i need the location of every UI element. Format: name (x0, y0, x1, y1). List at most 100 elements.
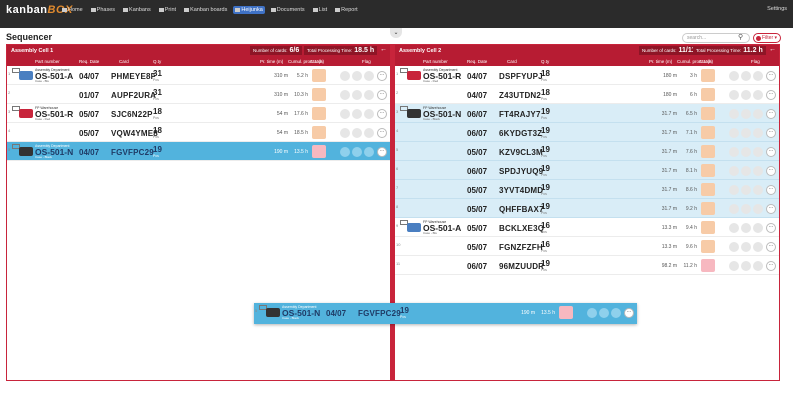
flag-toggle-2[interactable] (741, 71, 751, 81)
more-options-button[interactable]: ··· (766, 223, 776, 233)
arrow-left-icon[interactable]: ← (380, 46, 387, 53)
table-row[interactable]: 7 05/07 3YVT4DMD 19 Pcs 31.7 m 8.6 h ··· (395, 180, 779, 199)
flag-toggle-2[interactable] (352, 90, 362, 100)
flag-toggle-1[interactable] (729, 223, 739, 233)
status-indicator[interactable] (701, 164, 715, 177)
flag-toggle-2[interactable] (741, 90, 751, 100)
status-indicator[interactable] (701, 107, 715, 120)
flag-toggle-1[interactable] (729, 128, 739, 138)
status-indicator[interactable] (701, 88, 715, 101)
table-row[interactable]: 2 04/07 Z43UTDN2 18 Pcs 180 m 6 h ··· (395, 85, 779, 104)
nav-item-home[interactable]: Home (60, 6, 85, 14)
flag-toggle-2[interactable] (741, 242, 751, 252)
flag-toggle-2[interactable] (741, 204, 751, 214)
flag-toggle-3[interactable] (753, 90, 763, 100)
flag-toggle-2[interactable] (599, 308, 609, 318)
flag-toggle-3[interactable] (753, 185, 763, 195)
flag-toggle-3[interactable] (364, 147, 374, 157)
nav-item-documents[interactable]: Documents (269, 6, 307, 14)
table-row[interactable]: 6 06/07 SPDJYUQ9 19 Pcs 31.7 m 8.1 h ··· (395, 161, 779, 180)
drag-preview-card[interactable]: 5 Assembly Department OS-501-N Case - Black… (254, 303, 637, 324)
flag-toggle-1[interactable] (340, 90, 350, 100)
flag-toggle-2[interactable] (741, 261, 751, 271)
flag-toggle-2[interactable] (352, 147, 362, 157)
flag-toggle-3[interactable] (753, 223, 763, 233)
flag-toggle-3[interactable] (753, 261, 763, 271)
flag-toggle-2[interactable] (741, 223, 751, 233)
flag-toggle-1[interactable] (340, 109, 350, 119)
nav-item-print[interactable]: Print (157, 6, 178, 14)
flag-toggle-2[interactable] (741, 147, 751, 157)
nav-item-kanbans[interactable]: Kanbans (121, 6, 153, 14)
nav-item-report[interactable]: Report (333, 6, 360, 14)
more-options-button[interactable]: ··· (377, 109, 387, 119)
more-options-button[interactable]: ··· (377, 71, 387, 81)
status-indicator[interactable] (701, 221, 715, 234)
status-indicator[interactable] (312, 69, 326, 82)
flag-toggle-3[interactable] (753, 109, 763, 119)
flag-toggle-1[interactable] (587, 308, 597, 318)
flag-toggle-2[interactable] (741, 166, 751, 176)
table-row[interactable]: 3 FP Warehouse OS-501-R Case - Red 05/07 SJC6… (7, 104, 390, 123)
status-indicator[interactable] (701, 240, 715, 253)
flag-toggle-3[interactable] (753, 204, 763, 214)
flag-toggle-3[interactable] (611, 308, 621, 318)
nav-item-list[interactable]: List (311, 6, 330, 14)
more-options-button[interactable]: ··· (766, 128, 776, 138)
status-indicator[interactable] (701, 259, 715, 272)
status-indicator[interactable] (312, 107, 326, 120)
more-options-button[interactable]: ··· (766, 261, 776, 271)
flag-toggle-3[interactable] (753, 71, 763, 81)
flag-toggle-2[interactable] (741, 128, 751, 138)
status-indicator[interactable] (701, 126, 715, 139)
table-row[interactable]: 1 Assembly Department OS-501-R Case - Red 04… (395, 66, 779, 85)
status-indicator[interactable] (701, 202, 715, 215)
flag-toggle-3[interactable] (753, 128, 763, 138)
status-indicator[interactable] (312, 88, 326, 101)
flag-toggle-1[interactable] (729, 90, 739, 100)
search-icon[interactable]: ⚲ (738, 33, 743, 41)
flag-toggle-3[interactable] (364, 71, 374, 81)
nav-item-phases[interactable]: Phases (89, 6, 117, 14)
flag-toggle-2[interactable] (352, 71, 362, 81)
more-options-button[interactable]: ··· (624, 308, 634, 318)
flag-toggle-3[interactable] (364, 128, 374, 138)
more-options-button[interactable]: ··· (377, 128, 387, 138)
flag-toggle-3[interactable] (364, 109, 374, 119)
flag-toggle-1[interactable] (729, 71, 739, 81)
status-indicator[interactable] (701, 183, 715, 196)
table-row[interactable]: 9 FP Warehouse OS-501-A Case - Blu 05/07 BCKL… (395, 218, 779, 237)
status-indicator[interactable] (701, 145, 715, 158)
arrow-left-icon[interactable]: ← (769, 46, 776, 53)
table-row[interactable]: 1 Assembly Department OS-501-A Case - Blu 04… (7, 66, 390, 85)
flag-toggle-1[interactable] (729, 109, 739, 119)
status-indicator[interactable] (701, 69, 715, 82)
more-options-button[interactable]: ··· (766, 166, 776, 176)
more-options-button[interactable]: ··· (766, 147, 776, 157)
table-row[interactable]: 3 FP Warehouse OS-501-N Case - Black 06/07 FT… (395, 104, 779, 123)
table-row[interactable]: 10 05/07 FGNZFZFH 16 Pcs 13.3 m 9.6 h ··· (395, 237, 779, 256)
flag-toggle-1[interactable] (729, 166, 739, 176)
flag-toggle-2[interactable] (741, 185, 751, 195)
flag-toggle-1[interactable] (729, 261, 739, 271)
flag-toggle-1[interactable] (729, 242, 739, 252)
status-indicator[interactable] (559, 306, 573, 319)
flag-toggle-3[interactable] (753, 147, 763, 157)
flag-toggle-2[interactable] (352, 128, 362, 138)
more-options-button[interactable]: ··· (377, 147, 387, 157)
table-row[interactable]: 8 05/07 QHFFBAX7 19 Pcs 31.7 m 9.2 h ··· (395, 199, 779, 218)
more-options-button[interactable]: ··· (766, 204, 776, 214)
more-options-button[interactable]: ··· (766, 90, 776, 100)
flag-toggle-2[interactable] (352, 109, 362, 119)
flag-toggle-1[interactable] (729, 147, 739, 157)
table-row[interactable]: 2 01/07 AUPF2URA 31 Pcs 310 m 10.3 h ··· (7, 85, 390, 104)
flag-toggle-1[interactable] (340, 147, 350, 157)
nav-item-kanban-boards[interactable]: Kanban boards (182, 6, 229, 14)
flag-toggle-1[interactable] (340, 128, 350, 138)
flag-toggle-3[interactable] (753, 166, 763, 176)
table-row[interactable]: 5 Assembly Department OS-501-N Case - Black… (254, 303, 637, 324)
flag-toggle-2[interactable] (741, 109, 751, 119)
more-options-button[interactable]: ··· (766, 185, 776, 195)
table-row[interactable]: 4 06/07 6KYDGT3Z 19 Pcs 31.7 m 7.1 h ··· (395, 123, 779, 142)
more-options-button[interactable]: ··· (377, 90, 387, 100)
